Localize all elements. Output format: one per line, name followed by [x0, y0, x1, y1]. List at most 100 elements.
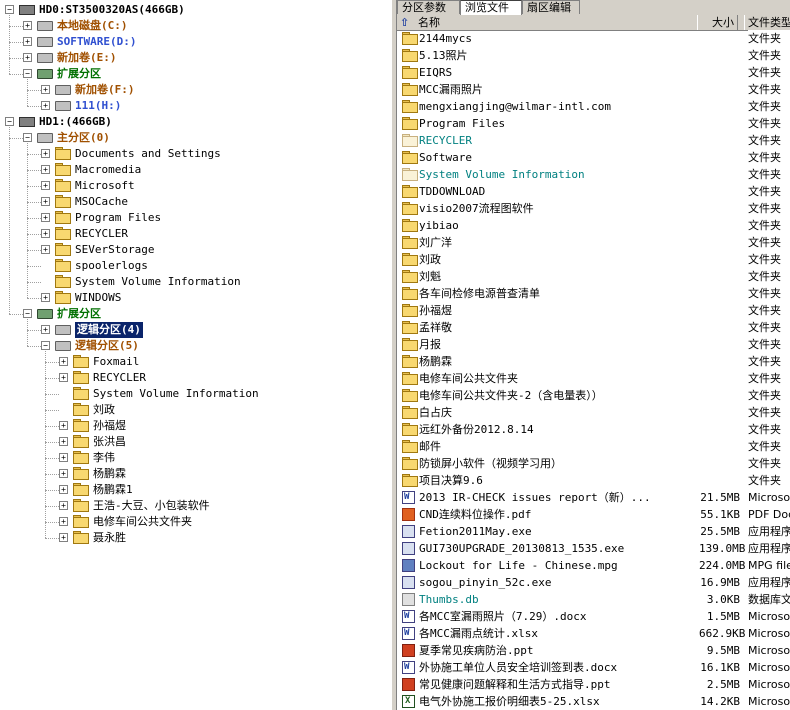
- tree-node[interactable]: + 新加卷(E:): [0, 50, 391, 66]
- expand-icon[interactable]: +: [59, 357, 68, 366]
- tree-node[interactable]: + 杨鹏霖: [0, 466, 391, 482]
- expand-icon[interactable]: +: [41, 149, 50, 158]
- tree-node[interactable]: + 聂永胜: [0, 530, 391, 546]
- column-size-header[interactable]: 大小: [697, 15, 738, 30]
- expand-icon[interactable]: +: [59, 437, 68, 446]
- tree-node[interactable]: + Macromedia: [0, 162, 391, 178]
- up-arrow-icon[interactable]: ⇧: [400, 15, 412, 30]
- expand-icon[interactable]: +: [41, 165, 50, 174]
- tab-sector-edit[interactable]: 扇区编辑: [522, 0, 580, 14]
- tree-node[interactable]: + 李伟: [0, 450, 391, 466]
- tree-node[interactable]: spoolerlogs: [0, 258, 391, 274]
- tree-node[interactable]: + WINDOWS: [0, 290, 391, 306]
- expand-icon[interactable]: +: [59, 485, 68, 494]
- collapse-icon[interactable]: −: [23, 133, 32, 142]
- column-name-header[interactable]: ⇧ 名称: [397, 15, 738, 30]
- collapse-icon[interactable]: −: [23, 69, 32, 78]
- tree-node[interactable]: − HD0:ST3500320AS(466GB): [0, 2, 391, 18]
- tree-node[interactable]: + 孙福煜: [0, 418, 391, 434]
- tree-node[interactable]: + 新加卷(F:): [0, 82, 391, 98]
- expand-icon[interactable]: +: [59, 453, 68, 462]
- file-row[interactable]: Lockout for Life - Chinese.mpg 224.0MB MPG…: [397, 557, 790, 574]
- file-row[interactable]: mengxiangjing@wilmar-intl.com 文件夹: [397, 98, 790, 115]
- tree-node[interactable]: − HD1:(466GB): [0, 114, 391, 130]
- expand-icon[interactable]: +: [59, 501, 68, 510]
- tree-node[interactable]: 刘政: [0, 402, 391, 418]
- file-row[interactable]: 电气外协施工报价明细表5-25.xlsx 14.2KB Microsoft: [397, 693, 790, 710]
- tree-node[interactable]: System Volume Information: [0, 386, 391, 402]
- file-row[interactable]: 刘广洋 文件夹: [397, 234, 790, 251]
- expand-icon[interactable]: +: [59, 421, 68, 430]
- tree-node[interactable]: System Volume Information: [0, 274, 391, 290]
- expand-icon[interactable]: +: [41, 229, 50, 238]
- tree-node[interactable]: + Microsoft: [0, 178, 391, 194]
- tab-partition-params[interactable]: 分区参数: [397, 0, 460, 14]
- tree-node[interactable]: + RECYCLER: [0, 226, 391, 242]
- file-row[interactable]: TDDOWNLOAD 文件夹: [397, 183, 790, 200]
- collapse-icon[interactable]: −: [5, 117, 14, 126]
- expand-icon[interactable]: +: [41, 213, 50, 222]
- expand-icon[interactable]: +: [41, 245, 50, 254]
- expand-icon[interactable]: +: [59, 533, 68, 542]
- tree-node[interactable]: + Program Files: [0, 210, 391, 226]
- tree-node[interactable]: + Documents and Settings: [0, 146, 391, 162]
- file-row[interactable]: visio2007流程图软件 文件夹: [397, 200, 790, 217]
- tree-node[interactable]: − 主分区(0): [0, 130, 391, 146]
- tree-node[interactable]: − 扩展分区: [0, 306, 391, 322]
- file-row[interactable]: 月报 文件夹: [397, 336, 790, 353]
- file-row[interactable]: 常见健康问题解释和生活方式指导.ppt 2.5MB Microsoft: [397, 676, 790, 693]
- expand-icon[interactable]: +: [23, 37, 32, 46]
- file-row[interactable]: GUI730UPGRADE_20130813_1535.exe 139.0MB 应用…: [397, 540, 790, 557]
- file-row[interactable]: 杨鹏霖 文件夹: [397, 353, 790, 370]
- file-row[interactable]: 各MCC室漏雨照片（7.29）.docx 1.5MB Microsoft: [397, 608, 790, 625]
- file-row[interactable]: Software 文件夹: [397, 149, 790, 166]
- expand-icon[interactable]: +: [41, 85, 50, 94]
- file-row[interactable]: 各MCC漏雨点统计.xlsx 662.9KBMicrosoft: [397, 625, 790, 642]
- file-row[interactable]: CND连续料位操作.pdf 55.1KB PDF Document: [397, 506, 790, 523]
- file-row[interactable]: Fetion2011May.exe 25.5MB 应用程序: [397, 523, 790, 540]
- file-row[interactable]: EIQRS 文件夹: [397, 64, 790, 81]
- expand-icon[interactable]: +: [41, 197, 50, 206]
- tree-node[interactable]: + MSOCache: [0, 194, 391, 210]
- tree-node[interactable]: + 张洪昌: [0, 434, 391, 450]
- file-row[interactable]: 5.13照片 文件夹: [397, 47, 790, 64]
- file-row[interactable]: 各车间检修电源普查清单 文件夹: [397, 285, 790, 302]
- expand-icon[interactable]: +: [41, 181, 50, 190]
- file-row[interactable]: RECYCLER 文件夹: [397, 132, 790, 149]
- expand-icon[interactable]: +: [59, 373, 68, 382]
- expand-icon[interactable]: +: [59, 469, 68, 478]
- collapse-icon[interactable]: −: [5, 5, 14, 14]
- file-row[interactable]: 白占庆 文件夹: [397, 404, 790, 421]
- tree-node[interactable]: + 本地磁盘(C:): [0, 18, 391, 34]
- tree-node[interactable]: +111(H:): [0, 98, 391, 114]
- file-row[interactable]: 外协施工单位人员安全培训签到表.docx 16.1KB Microsoft: [397, 659, 790, 676]
- file-row[interactable]: 孙福煜 文件夹: [397, 302, 790, 319]
- tree-node[interactable]: + SOFTWARE(D:): [0, 34, 391, 50]
- file-row[interactable]: 电修车间公共文件夹-2（含电量表）） 文件夹: [397, 387, 790, 404]
- tree-node[interactable]: − 逻辑分区(5): [0, 338, 391, 354]
- expand-icon[interactable]: +: [59, 517, 68, 526]
- file-row[interactable]: 刘政 文件夹: [397, 251, 790, 268]
- collapse-icon[interactable]: −: [23, 309, 32, 318]
- tree-node[interactable]: + SEVerStorage: [0, 242, 391, 258]
- expand-icon[interactable]: +: [41, 325, 50, 334]
- tree-node[interactable]: + 电修车间公共文件夹: [0, 514, 391, 530]
- file-row[interactable]: 防锁屏小软件（视频学习用） 文件夹: [397, 455, 790, 472]
- tree-node[interactable]: + Foxmail: [0, 354, 391, 370]
- expand-icon[interactable]: +: [41, 101, 50, 110]
- file-row[interactable]: 邮件 文件夹: [397, 438, 790, 455]
- tree-node[interactable]: + 逻辑分区(4): [0, 322, 391, 338]
- tree-node[interactable]: + 杨鹏霖1: [0, 482, 391, 498]
- expand-icon[interactable]: +: [41, 293, 50, 302]
- file-row[interactable]: 孟祥敬 文件夹: [397, 319, 790, 336]
- file-row[interactable]: yibiao 文件夹: [397, 217, 790, 234]
- tree-node[interactable]: − 扩展分区: [0, 66, 391, 82]
- tree-node[interactable]: + RECYCLER: [0, 370, 391, 386]
- expand-icon[interactable]: +: [23, 53, 32, 62]
- tab-browse-files[interactable]: 浏览文件: [460, 0, 522, 15]
- file-row[interactable]: 2013 IR-CHECK issues report（新）... 21.5MB M…: [397, 489, 790, 506]
- file-row[interactable]: Thumbs.db 3.0KB 数据库文件: [397, 591, 790, 608]
- file-row[interactable]: Program Files 文件夹: [397, 115, 790, 132]
- tree-node[interactable]: + 王浩-大豆、小包装软件: [0, 498, 391, 514]
- file-row[interactable]: System Volume Information 文件夹: [397, 166, 790, 183]
